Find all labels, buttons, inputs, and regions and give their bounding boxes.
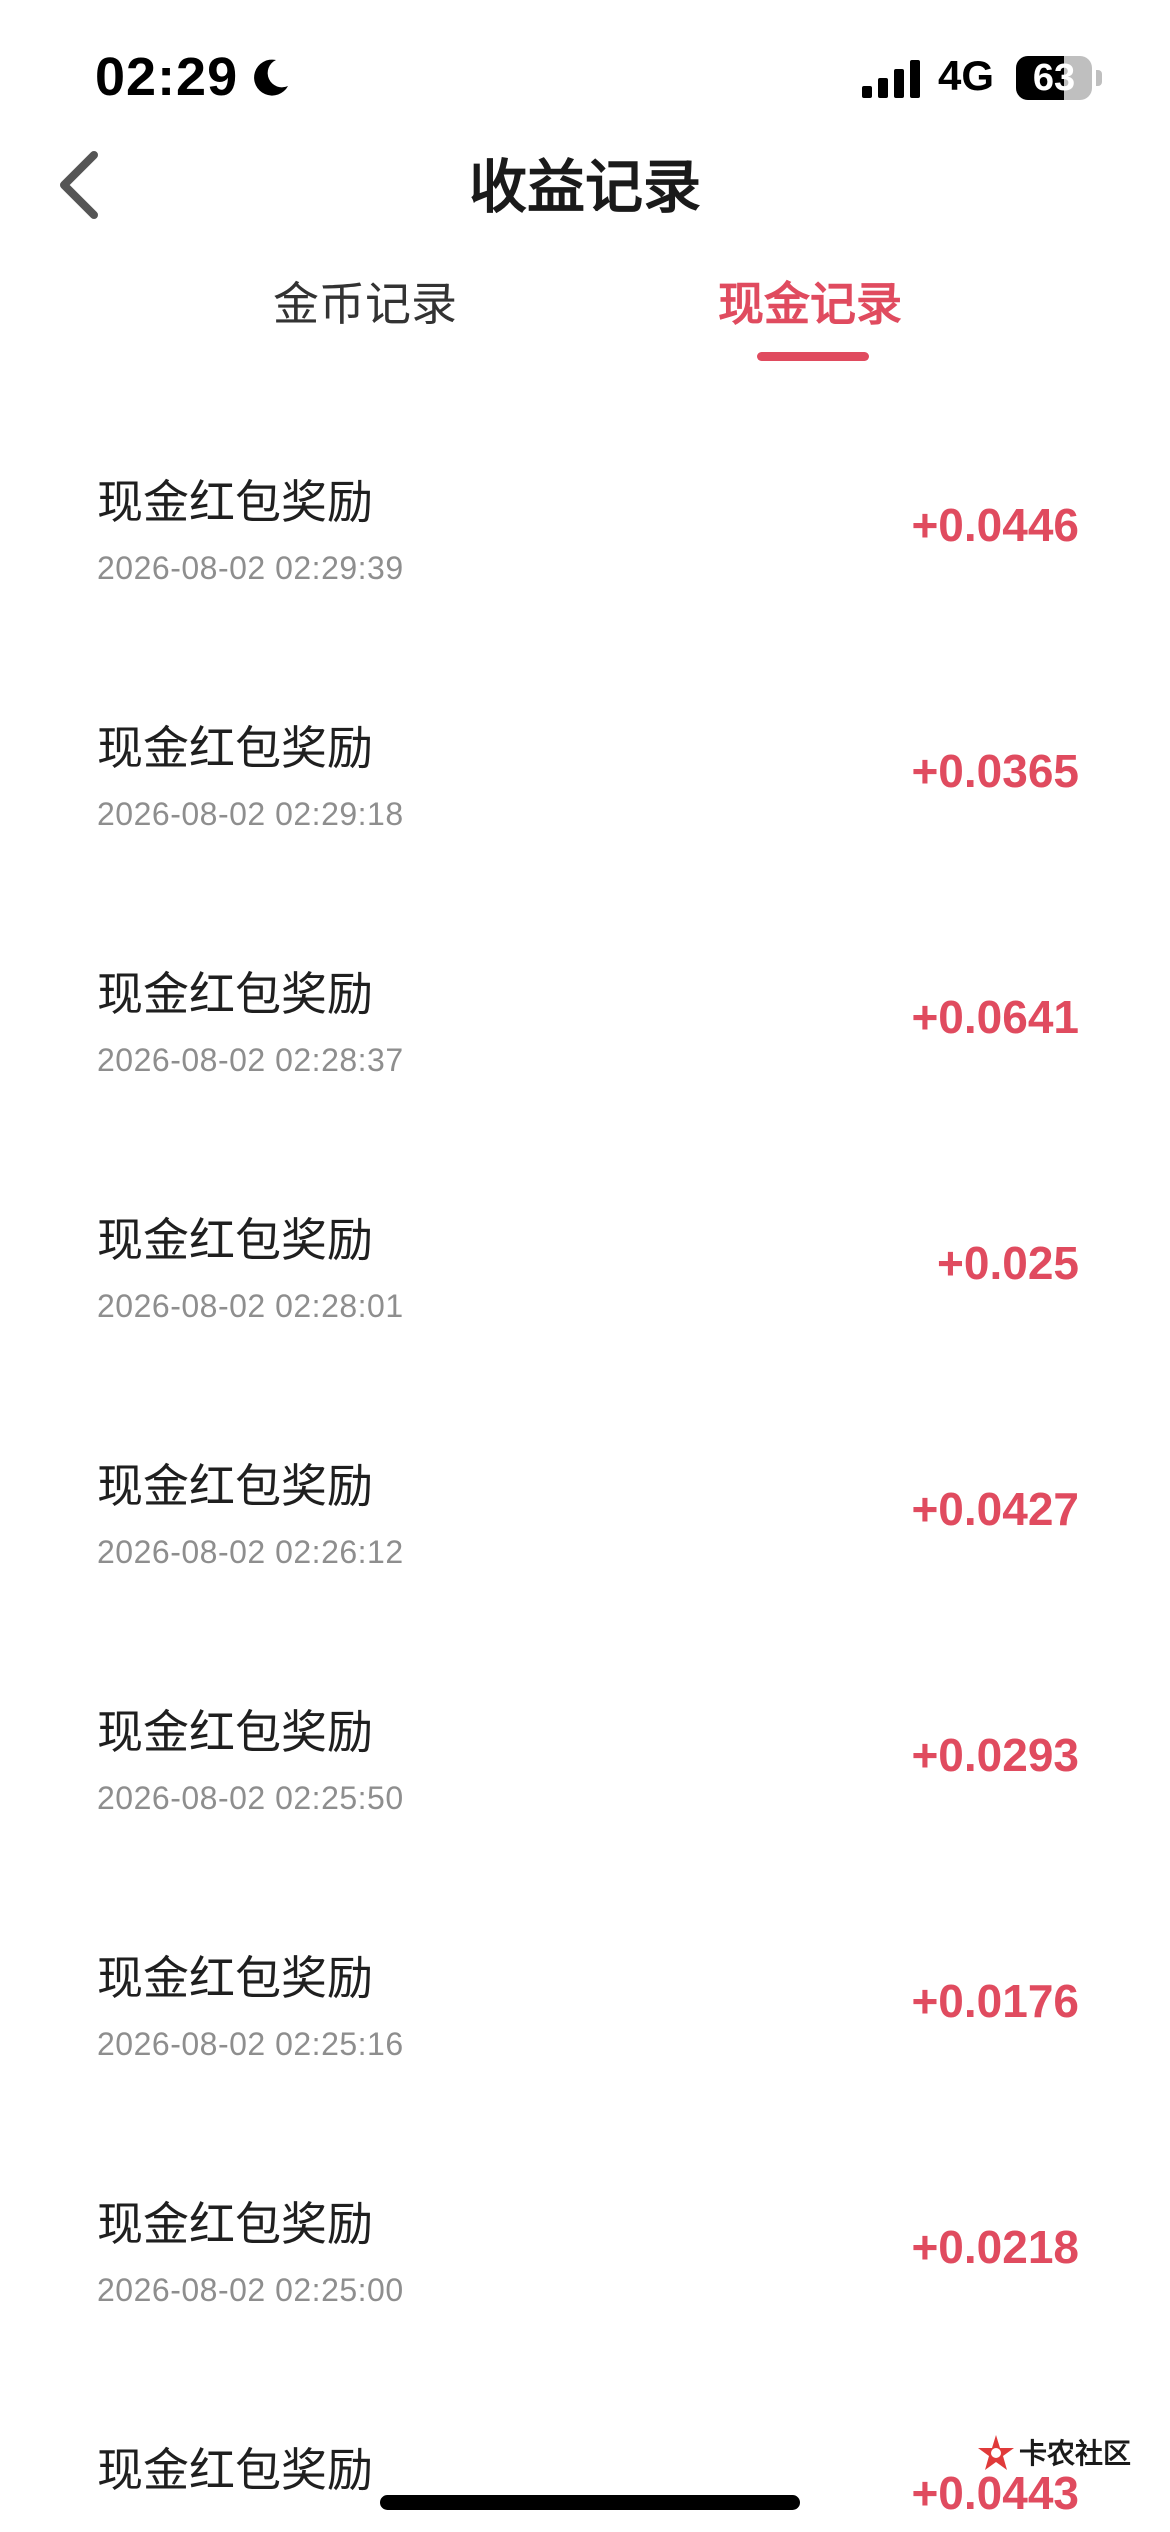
list-item[interactable]: 现金红包奖励 2026-08-02 02:29:39 +0.0446: [0, 400, 1170, 646]
page-title: 收益记录: [468, 155, 701, 220]
back-button[interactable]: [50, 145, 110, 225]
record-time: 2026-08-02 02:29:18: [97, 796, 404, 832]
list-item[interactable]: 现金红包奖励 2026-08-02 02:29:18 +0.0365: [0, 646, 1170, 892]
record-amount: +0.0641: [911, 991, 1079, 1043]
record-amount: +0.0365: [911, 745, 1079, 797]
record-title: 现金红包奖励: [97, 2198, 373, 2250]
record-amount: +0.0427: [911, 1483, 1079, 1535]
home-indicator[interactable]: [380, 2495, 800, 2510]
chevron-left-icon: [60, 151, 98, 219]
record-time: 2026-08-02 02:26:12: [97, 1534, 404, 1570]
list-item[interactable]: 现金红包奖励 2026-08-02 02:26:12 +0.0427: [0, 1384, 1170, 1630]
record-title: 现金红包奖励: [97, 2444, 373, 2496]
watermark-logo-icon: [978, 2435, 1014, 2470]
record-title: 现金红包奖励: [97, 968, 373, 1020]
record-title: 现金红包奖励: [97, 722, 373, 774]
tab-coin-records[interactable]: 金币记录: [185, 268, 545, 334]
network-label: 4G: [938, 52, 995, 99]
active-tab-indicator: [757, 352, 869, 361]
page: 02:29 4G 63 收益记录 金币记录 现金记录 现金红包奖励 2026-0…: [0, 0, 1170, 2532]
record-title: 现金红包奖励: [97, 1460, 373, 1512]
watermark: 卡农社区: [975, 2428, 1131, 2488]
record-amount: +0.025: [937, 1237, 1079, 1289]
signal-bars-icon: [862, 60, 920, 98]
record-time: 2026-08-02 02:25:50: [97, 1780, 404, 1816]
tab-cash-records[interactable]: 现金记录: [630, 268, 990, 334]
status-bar: 02:29 4G 63: [0, 0, 1170, 150]
record-amount: +0.0218: [911, 2221, 1079, 2273]
record-time: 2026-08-02 02:25:00: [97, 2272, 404, 2308]
list-item[interactable]: 现金红包奖励 2026-08-02 02:25:50 +0.0293: [0, 1630, 1170, 1876]
record-time: 2026-08-02 02:25:16: [97, 2026, 404, 2062]
moon-icon: [254, 59, 288, 96]
record-list: 现金红包奖励 2026-08-02 02:29:39 +0.0446 现金红包奖…: [0, 400, 1170, 2532]
record-time: 2026-08-02 02:29:39: [97, 550, 404, 586]
record-time: 2026-08-02 02:28:37: [97, 1042, 404, 1078]
list-item[interactable]: 现金红包奖励 2026-08-02 02:28:37 +0.0641: [0, 892, 1170, 1138]
record-title: 现金红包奖励: [97, 476, 373, 528]
record-amount: +0.0176: [911, 1975, 1079, 2027]
status-time: 02:29: [95, 47, 239, 107]
record-title: 现金红包奖励: [97, 1952, 373, 2004]
record-time: 2026-08-02 02:28:01: [97, 1288, 404, 1324]
record-title: 现金红包奖励: [97, 1706, 373, 1758]
battery-level: 63: [1032, 57, 1076, 99]
list-item[interactable]: 现金红包奖励 2026-08-02 02:28:01 +0.025: [0, 1138, 1170, 1384]
record-amount: +0.0293: [911, 1729, 1079, 1781]
record-title: 现金红包奖励: [97, 1214, 373, 1266]
battery-icon: 63: [1016, 56, 1092, 100]
list-item[interactable]: 现金红包奖励 2026-08-02 02:25:00 +0.0218: [0, 2122, 1170, 2368]
list-item[interactable]: 现金红包奖励 2026-08-02 02:25:16 +0.0176: [0, 1876, 1170, 2122]
record-amount: +0.0446: [911, 499, 1079, 551]
watermark-text: 卡农社区: [1019, 2438, 1132, 2469]
battery-cap: [1096, 70, 1102, 86]
tab-bar: 金币记录 现金记录: [0, 268, 1170, 378]
